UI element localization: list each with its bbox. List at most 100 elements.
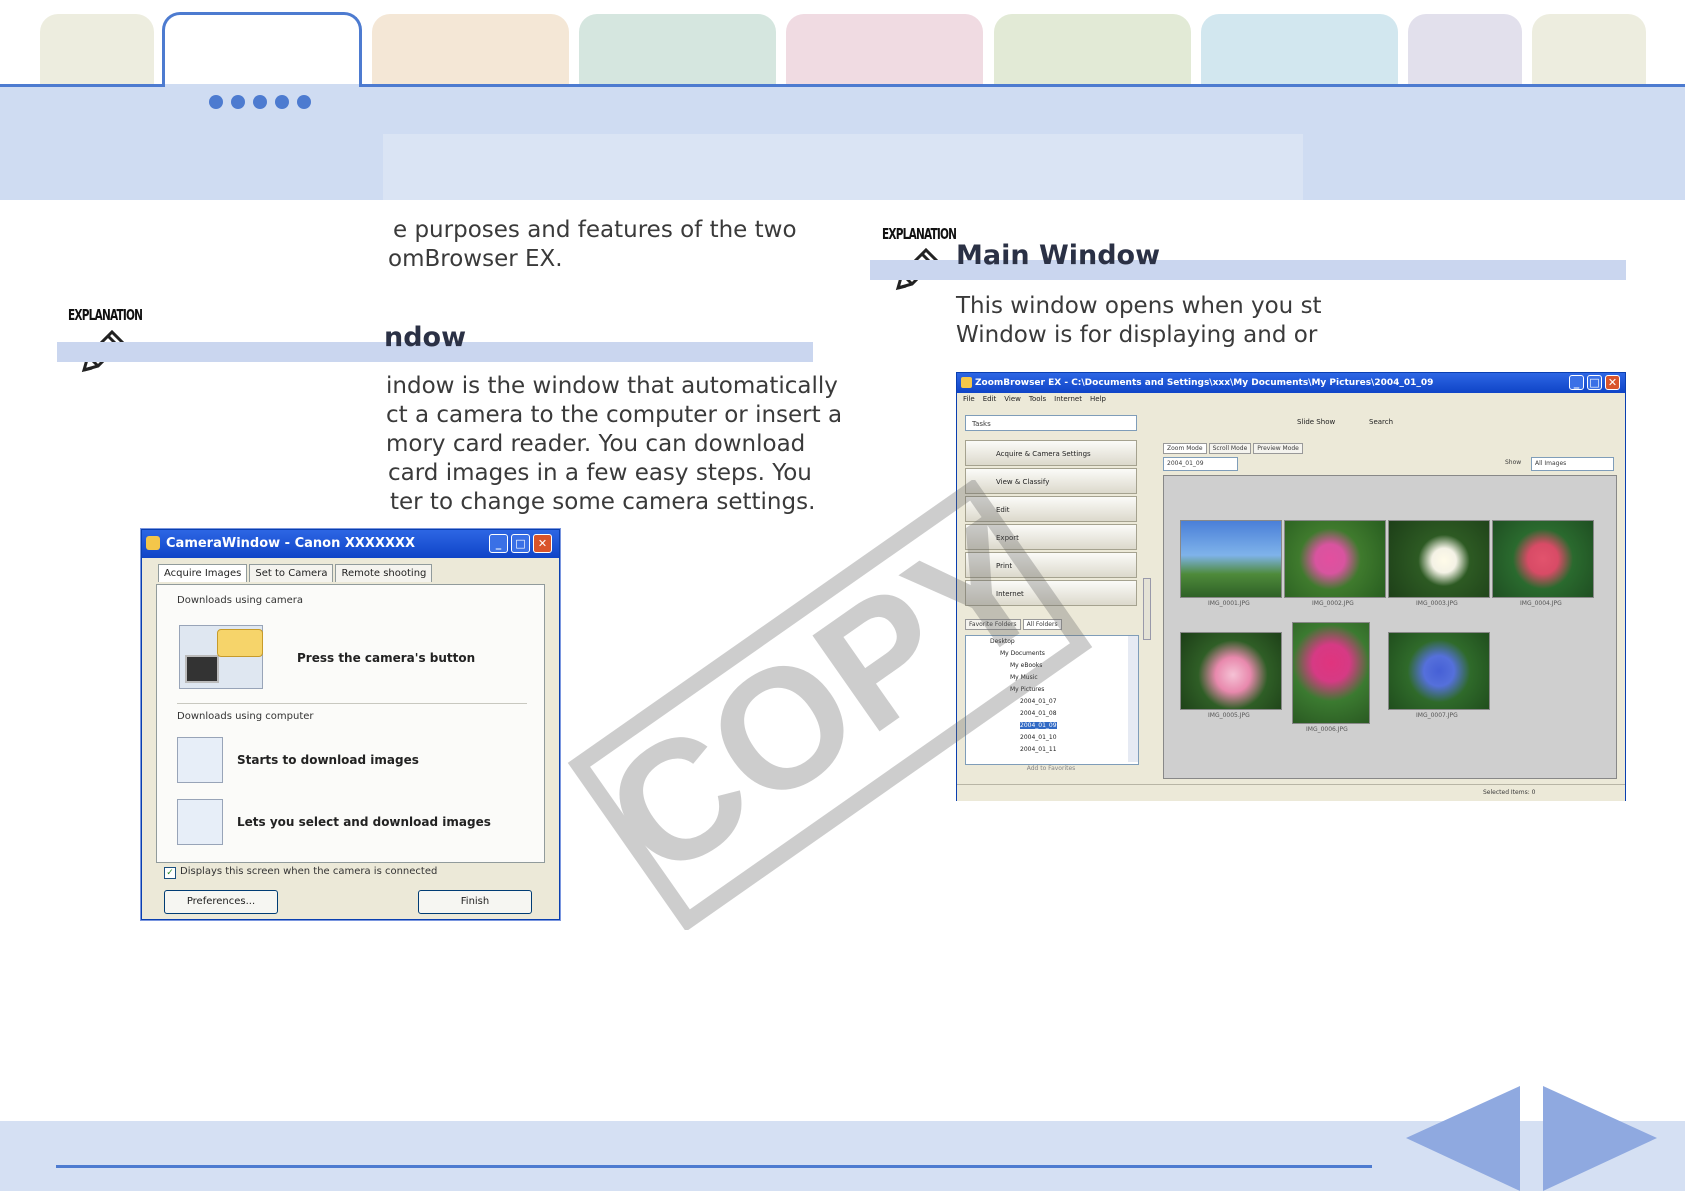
right-body-line-2: Window is for displaying and or <box>956 322 1318 348</box>
copy-watermark: COPY <box>567 480 1093 930</box>
nav-tab-3[interactable] <box>372 14 569 84</box>
camera-button-text: Press the camera's button <box>297 651 476 665</box>
photo-thumbnail[interactable] <box>1180 632 1282 710</box>
nav-tab-8[interactable] <box>1408 14 1522 84</box>
dot <box>231 95 245 109</box>
folder-field[interactable]: 2004_01_09 <box>1163 457 1238 471</box>
left-body-line-3: mory card reader. You can download <box>386 431 806 457</box>
camera-window-tabs: Acquire Images Set to Camera Remote shoo… <box>158 564 434 582</box>
show-label: Show <box>1505 459 1522 466</box>
menu-bar: File Edit View Tools Internet Help <box>963 395 1106 403</box>
collapse-handle[interactable] <box>1143 578 1151 640</box>
status-text: Selected Items: 0 <box>1483 789 1536 796</box>
camera-window-title: CameraWindow - Canon XXXXXXX <box>166 536 416 551</box>
acquire-panel: Downloads using camera Press the camera'… <box>156 584 545 863</box>
tasks-header: Tasks <box>965 415 1137 431</box>
menu-file[interactable]: File <box>963 395 975 403</box>
thumbnail-caption: IMG_0002.JPG <box>1312 600 1354 607</box>
photo-thumbnail[interactable] <box>1388 520 1490 598</box>
right-body-line-1: This window opens when you st <box>956 293 1322 319</box>
show-on-connect-label: Displays this screen when the camera is … <box>180 866 438 877</box>
footer-line <box>56 1165 1372 1168</box>
tab-set-to-camera[interactable]: Set to Camera <box>249 564 334 582</box>
active-tab-fill <box>165 84 359 88</box>
tab-zoom-mode[interactable]: Zoom Mode <box>1163 443 1207 454</box>
divider <box>177 703 527 704</box>
nav-tab-2-active[interactable] <box>162 12 362 88</box>
thumbnail-caption: IMG_0006.JPG <box>1306 726 1348 733</box>
header-inner-panel <box>383 134 1303 200</box>
dot <box>253 95 267 109</box>
tab-acquire-images[interactable]: Acquire Images <box>158 564 248 582</box>
main-window-titlebar: ZoomBrowser EX - C:\Documents and Settin… <box>957 373 1625 393</box>
select-download-icon[interactable] <box>177 799 223 845</box>
minimize-icon[interactable]: _ <box>1569 375 1584 390</box>
tab-preview-mode[interactable]: Preview Mode <box>1253 443 1303 454</box>
dot <box>209 95 223 109</box>
photo-thumbnail[interactable] <box>1388 632 1490 710</box>
finish-button[interactable]: Finish <box>418 890 532 914</box>
thumbnail-caption: IMG_0003.JPG <box>1416 600 1458 607</box>
tab-remote-shooting[interactable]: Remote shooting <box>335 564 433 582</box>
next-page-icon[interactable] <box>1543 1086 1657 1191</box>
start-download-option[interactable]: Starts to download images <box>237 753 419 767</box>
menu-internet[interactable]: Internet <box>1054 395 1082 403</box>
menu-help[interactable]: Help <box>1090 395 1106 403</box>
slideshow-button[interactable]: Slide Show <box>1297 418 1335 426</box>
left-section-title: ndow <box>384 322 467 353</box>
photo-thumbnail[interactable] <box>1284 520 1386 598</box>
camera-group-label: Downloads using camera <box>177 595 304 606</box>
main-window-title: ZoomBrowser EX - C:\Documents and Settin… <box>975 378 1434 388</box>
menu-view[interactable]: View <box>1004 395 1021 403</box>
search-button[interactable]: Search <box>1369 418 1393 426</box>
camera-window-screenshot: CameraWindow - Canon XXXXXXX _ □ ✕ Acqui… <box>141 529 560 920</box>
nav-tab-5[interactable] <box>786 14 983 84</box>
toolbar: Slide Show Search <box>1147 413 1617 433</box>
computer-group-label: Downloads using computer <box>177 711 314 722</box>
thumbnail-area: IMG_0001.JPG IMG_0002.JPG IMG_0003.JPG I… <box>1163 475 1617 779</box>
tree-scrollbar[interactable] <box>1128 636 1138 762</box>
thumbnail-caption: IMG_0004.JPG <box>1520 600 1562 607</box>
previous-page-icon[interactable] <box>1406 1086 1520 1191</box>
header-line-right <box>359 84 1685 87</box>
select-download-option[interactable]: Lets you select and download images <box>237 815 491 829</box>
menu-tools[interactable]: Tools <box>1029 395 1046 403</box>
app-icon <box>961 377 972 388</box>
nav-tab-6[interactable] <box>994 14 1191 84</box>
close-icon[interactable]: ✕ <box>1605 375 1620 390</box>
dot <box>275 95 289 109</box>
nav-tab-4[interactable] <box>579 14 776 84</box>
page-indicator-dots <box>209 95 311 109</box>
nav-tab-7[interactable] <box>1201 14 1398 84</box>
nav-tab-9[interactable] <box>1532 14 1646 84</box>
tab-scroll-mode[interactable]: Scroll Mode <box>1208 443 1252 454</box>
show-select[interactable]: All Images <box>1531 457 1614 471</box>
download-bubble-icon <box>217 629 263 657</box>
photo-thumbnail[interactable] <box>1180 520 1282 598</box>
right-section-title: Main Window <box>956 240 1161 271</box>
camera-window-titlebar: CameraWindow - Canon XXXXXXX _ □ ✕ <box>142 530 559 558</box>
photo-thumbnail[interactable] <box>1292 622 1370 724</box>
thumbnail-caption: IMG_0001.JPG <box>1208 600 1250 607</box>
download-computer-icon[interactable] <box>177 737 223 783</box>
explanation-badge: EXPLANATION <box>68 306 143 324</box>
nav-tab-1[interactable] <box>40 14 154 84</box>
intro-line-1: e purposes and features of the two <box>393 217 797 243</box>
minimize-icon[interactable]: _ <box>489 534 508 553</box>
preferences-button[interactable]: Preferences... <box>164 890 278 914</box>
header-line-left <box>0 84 165 87</box>
show-on-connect-checkbox[interactable]: ✓ <box>164 867 176 879</box>
dot <box>297 95 311 109</box>
left-body-line-1: indow is the window that automatically <box>386 373 838 399</box>
acquire-settings-button[interactable]: Acquire & Camera Settings <box>965 440 1137 466</box>
app-icon <box>146 536 160 550</box>
photo-thumbnail[interactable] <box>1492 520 1594 598</box>
menu-edit[interactable]: Edit <box>983 395 997 403</box>
view-tabs: Zoom Mode Scroll Mode Preview Mode <box>1163 443 1303 454</box>
intro-line-2: omBrowser EX. <box>388 246 563 272</box>
tasks-label: Tasks <box>972 420 991 428</box>
maximize-icon[interactable]: □ <box>511 534 530 553</box>
maximize-icon[interactable]: □ <box>1587 375 1602 390</box>
thumbnail-caption: IMG_0007.JPG <box>1416 712 1458 719</box>
camera-icon <box>185 655 219 683</box>
